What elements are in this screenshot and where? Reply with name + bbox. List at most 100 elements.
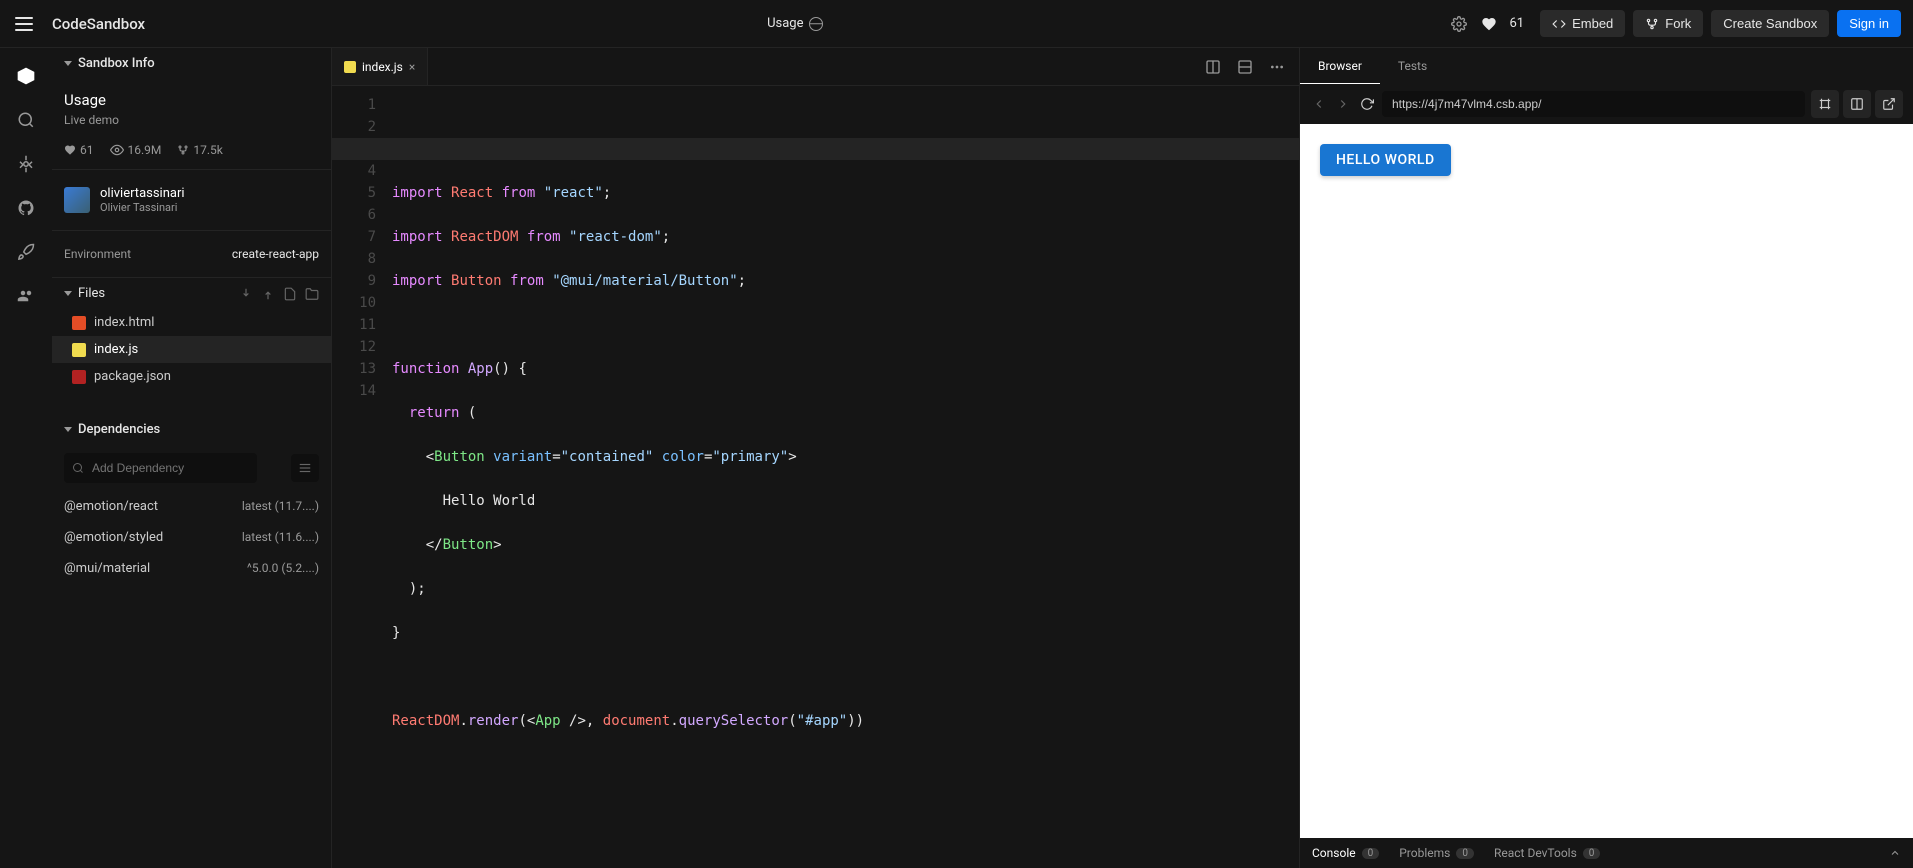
likes-value: 61 (80, 143, 94, 157)
files-label: Files (78, 286, 105, 301)
url-input[interactable] (1382, 91, 1805, 117)
file-item-json[interactable]: package.json (52, 363, 331, 390)
activity-search[interactable] (14, 108, 38, 132)
frame-icon[interactable] (1811, 90, 1839, 118)
code-content[interactable]: import React from "react"; import ReactD… (392, 94, 1299, 868)
more-icon[interactable] (1263, 53, 1291, 81)
tab-indexjs[interactable]: index.js × (332, 48, 428, 85)
devtools-react[interactable]: React DevTools 0 (1494, 846, 1600, 860)
dep-item[interactable]: @emotion/styled latest (11.6....) (52, 522, 331, 553)
nav-reload-icon[interactable] (1358, 95, 1376, 113)
line-number: 11 (332, 314, 376, 336)
dep-input[interactable] (64, 453, 257, 483)
activity-deploy[interactable] (14, 240, 38, 264)
layout-icon[interactable] (1843, 90, 1871, 118)
files-header[interactable]: Files (52, 278, 331, 309)
tab-tests[interactable]: Tests (1380, 48, 1445, 84)
line-number: 8 (332, 248, 376, 270)
line-number: 13 (332, 358, 376, 380)
stat-views: 16.9M (110, 143, 162, 157)
file-item-html[interactable]: index.html (52, 309, 331, 336)
hamburger-icon (15, 17, 33, 31)
nav-back-icon[interactable] (1310, 95, 1328, 113)
close-icon[interactable]: × (409, 60, 415, 74)
dep-input-wrap (64, 453, 285, 483)
dep-name: @emotion/react (64, 499, 158, 514)
hello-world-button[interactable]: HELLO WORLD (1320, 144, 1451, 176)
current-line-highlight (332, 138, 1299, 160)
split-vertical-icon[interactable] (1231, 53, 1259, 81)
deps-header[interactable]: Dependencies (52, 414, 331, 445)
header-actions: 61 Embed Fork Create Sandbox Sign in (1445, 10, 1901, 38)
author-text: oliviertassinari Olivier Tassinari (100, 186, 185, 214)
new-window-icon[interactable] (1875, 90, 1903, 118)
environment-row: Environment create-react-app (52, 231, 331, 278)
dep-version: latest (11.6....) (242, 530, 319, 545)
create-sandbox-button[interactable]: Create Sandbox (1711, 10, 1829, 37)
json-icon (72, 370, 86, 384)
caret-down-icon (64, 427, 72, 432)
code-editor[interactable]: 1 2 3 4 5 6 7 8 9 10 11 12 13 14 import … (332, 86, 1299, 868)
tab-browser[interactable]: Browser (1300, 48, 1380, 84)
line-number: 12 (332, 336, 376, 358)
problems-badge: 0 (1456, 848, 1474, 859)
main: Sandbox Info Usage Live demo 61 16.9M 17… (0, 48, 1913, 868)
devtools-problems[interactable]: Problems 0 (1399, 846, 1474, 860)
line-number: 7 (332, 226, 376, 248)
devtools-console[interactable]: Console 0 (1312, 846, 1379, 860)
file-item-js[interactable]: index.js (52, 336, 331, 363)
embed-label: Embed (1572, 16, 1613, 31)
upload-icon[interactable] (261, 287, 275, 301)
activity-config[interactable] (14, 152, 38, 176)
preview-content: HELLO WORLD (1300, 124, 1913, 838)
header: CodeSandbox Usage 61 Embed Fork Create S… (0, 0, 1913, 48)
env-label: Environment (64, 247, 131, 261)
console-label: Console (1312, 846, 1356, 860)
dep-name: @emotion/styled (64, 530, 163, 545)
avatar (64, 187, 90, 213)
new-file-icon[interactable] (283, 287, 297, 301)
activity-github[interactable] (14, 196, 38, 220)
like-count: 61 (1509, 16, 1524, 31)
tabs-actions (1199, 53, 1299, 81)
file-name: package.json (94, 369, 171, 384)
devtools-bar: Console 0 Problems 0 React DevTools 0 (1300, 838, 1913, 868)
header-title: Usage (145, 16, 1445, 31)
menu-button[interactable] (12, 12, 36, 36)
nav-forward-icon[interactable] (1334, 95, 1352, 113)
logo-text[interactable]: CodeSandbox (52, 15, 145, 33)
stat-forks: 17.5k (177, 143, 222, 157)
line-number: 1 (332, 94, 376, 116)
editor-area: index.js × 1 2 3 4 5 (332, 48, 1299, 868)
dep-menu-button[interactable] (291, 454, 319, 482)
url-actions (1811, 90, 1903, 118)
problems-label: Problems (1399, 846, 1450, 860)
activity-bar (0, 48, 52, 868)
signin-button[interactable]: Sign in (1837, 10, 1901, 37)
activity-live[interactable] (14, 284, 38, 308)
caret-down-icon (64, 291, 72, 296)
split-horizontal-icon[interactable] (1199, 53, 1227, 81)
devtools-toggle[interactable] (1889, 847, 1901, 859)
dep-name: @mui/material (64, 561, 150, 576)
settings-icon[interactable] (1445, 10, 1473, 38)
dep-item[interactable]: @emotion/react latest (11.7....) (52, 491, 331, 522)
preview-area: Browser Tests (1299, 48, 1913, 868)
author[interactable]: oliviertassinari Olivier Tassinari (52, 170, 331, 231)
dep-item[interactable]: @mui/material ^5.0.0 (5.2....) (52, 553, 331, 584)
fork-button[interactable]: Fork (1633, 10, 1703, 37)
line-number: 4 (332, 160, 376, 182)
sandbox-subtitle: Live demo (64, 113, 319, 127)
author-fullname: Olivier Tassinari (100, 201, 185, 214)
author-username: oliviertassinari (100, 186, 185, 201)
stat-likes: 61 (64, 143, 94, 157)
new-folder-icon[interactable] (305, 287, 319, 301)
env-value[interactable]: create-react-app (232, 247, 319, 261)
download-icon[interactable] (239, 287, 253, 301)
activity-explorer[interactable] (14, 64, 38, 88)
heart-icon[interactable] (1481, 16, 1497, 32)
files-header-left: Files (64, 286, 105, 301)
dep-search (52, 445, 331, 491)
sandbox-info-header[interactable]: Sandbox Info (52, 48, 331, 79)
embed-button[interactable]: Embed (1540, 10, 1625, 37)
